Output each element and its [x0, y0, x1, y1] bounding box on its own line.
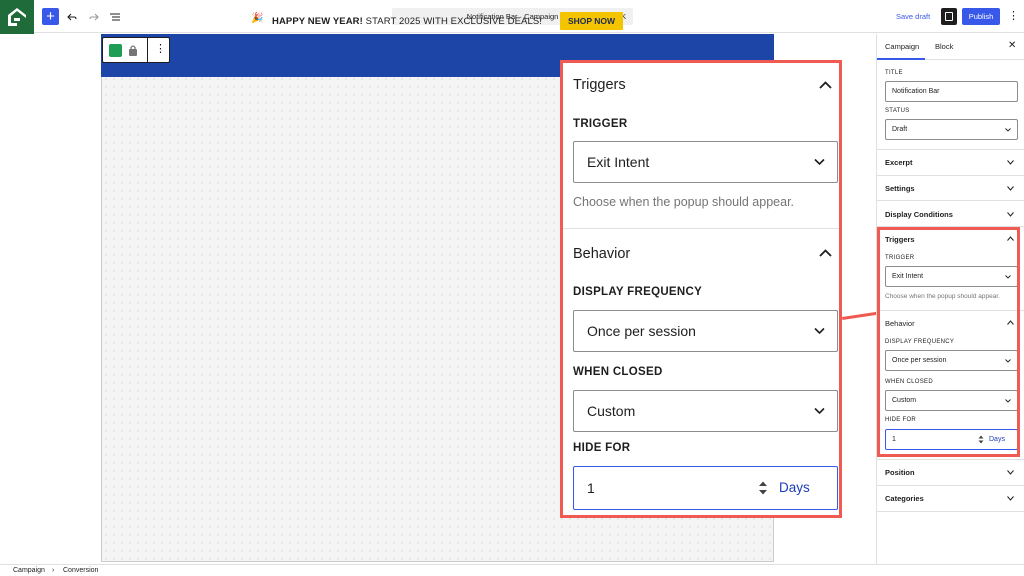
- chevron-down-icon: [814, 407, 825, 415]
- status-value: Draft: [892, 126, 908, 133]
- trigger-select-value: Exit Intent: [587, 154, 650, 170]
- triggers-heading: Triggers: [573, 77, 626, 93]
- chevron-down-icon: [814, 327, 825, 335]
- list-view-icon[interactable]: [109, 8, 121, 25]
- close-icon[interactable]: ✕: [1008, 40, 1016, 51]
- banner-message: HAPPY NEW YEAR! START 2025 WITH EXCLUSIV…: [272, 16, 542, 27]
- more-vertical-icon[interactable]: ⋮: [155, 42, 166, 55]
- hide-for-label: HIDE FOR: [573, 442, 631, 454]
- breadcrumb: Campaign › Conversion: [0, 564, 1024, 576]
- block-type-icon[interactable]: [109, 44, 122, 57]
- chevron-down-icon[interactable]: [1007, 470, 1014, 475]
- lock-icon[interactable]: [127, 44, 139, 57]
- chevron-down-icon: [1005, 128, 1011, 132]
- publish-button[interactable]: Publish: [962, 8, 1000, 25]
- when-closed-value: Custom: [587, 403, 636, 419]
- hide-for-value: 1: [587, 480, 595, 496]
- when-closed-label: WHEN CLOSED: [573, 366, 663, 378]
- display-frequency-value: Once per session: [587, 323, 696, 339]
- chevron-down-icon[interactable]: [1007, 496, 1014, 501]
- banner-body: START 2025 WITH EXCLUSIVE DEALS!: [362, 16, 543, 27]
- redo-icon[interactable]: [88, 8, 100, 25]
- chevron-down-icon[interactable]: [1007, 186, 1014, 191]
- section-position[interactable]: Position: [885, 468, 915, 477]
- section-divider: [877, 459, 1024, 460]
- breadcrumb-item-campaign[interactable]: Campaign: [13, 567, 45, 574]
- title-value: Notification Bar: [892, 88, 940, 95]
- chevron-up-icon[interactable]: [819, 80, 832, 90]
- spinner-arrows-icon[interactable]: [758, 480, 768, 496]
- undo-icon[interactable]: [66, 8, 78, 25]
- title-input[interactable]: Notification Bar: [885, 81, 1018, 102]
- section-divider: [877, 175, 1024, 176]
- section-excerpt[interactable]: Excerpt: [885, 158, 913, 167]
- section-divider: [877, 149, 1024, 150]
- chevron-down-icon[interactable]: [1007, 160, 1014, 165]
- block-toolbar: ⋮: [102, 37, 170, 63]
- title-label: TITLE: [885, 70, 903, 76]
- status-label: STATUS: [885, 108, 910, 114]
- active-tab-indicator: [877, 58, 925, 60]
- tab-block[interactable]: Block: [935, 42, 953, 51]
- section-divider: [877, 200, 1024, 201]
- banner-headline: HAPPY NEW YEAR!: [272, 16, 363, 27]
- breadcrumb-item-conversion[interactable]: Conversion: [63, 567, 98, 574]
- chevron-down-icon: [814, 158, 825, 166]
- zoomed-settings-callout: Triggers TRIGGER Exit Intent Choose when…: [560, 60, 842, 518]
- trigger-help-text: Choose when the popup should appear.: [573, 195, 795, 209]
- more-vertical-icon[interactable]: ⋮: [1008, 9, 1019, 22]
- close-icon[interactable]: ×: [756, 12, 762, 24]
- toolbar-divider: [147, 38, 148, 62]
- logo-icon[interactable]: [0, 0, 34, 34]
- section-divider: [877, 485, 1024, 486]
- section-settings[interactable]: Settings: [885, 184, 915, 193]
- display-frequency-label: DISPLAY FREQUENCY: [573, 286, 703, 298]
- sidebar-toggle-icon[interactable]: [941, 8, 957, 25]
- section-divider: [563, 228, 839, 229]
- sidebar-highlight-box: [877, 227, 1020, 457]
- hide-for-unit[interactable]: Days: [779, 480, 810, 495]
- save-draft-button[interactable]: Save draft: [896, 12, 930, 21]
- hide-for-input[interactable]: 1 Days: [573, 466, 838, 510]
- party-emoji: 🎉: [251, 13, 264, 24]
- section-divider: [877, 511, 1024, 512]
- chevron-up-icon[interactable]: [819, 248, 832, 258]
- tab-campaign[interactable]: Campaign: [885, 42, 919, 51]
- shop-now-button[interactable]: SHOP NOW: [560, 12, 623, 30]
- plus-icon[interactable]: +: [42, 8, 59, 25]
- sidebar-tabs: Campaign Block ✕: [877, 34, 1024, 60]
- breadcrumb-separator: ›: [52, 567, 55, 574]
- behavior-heading: Behavior: [573, 246, 631, 262]
- trigger-select[interactable]: Exit Intent: [573, 141, 838, 183]
- section-display-conditions[interactable]: Display Conditions: [885, 210, 953, 219]
- when-closed-select[interactable]: Custom: [573, 390, 838, 432]
- chevron-down-icon[interactable]: [1007, 212, 1014, 217]
- section-categories[interactable]: Categories: [885, 494, 924, 503]
- display-frequency-select[interactable]: Once per session: [573, 310, 838, 352]
- trigger-label: TRIGGER: [573, 118, 628, 130]
- status-select[interactable]: Draft: [885, 119, 1018, 140]
